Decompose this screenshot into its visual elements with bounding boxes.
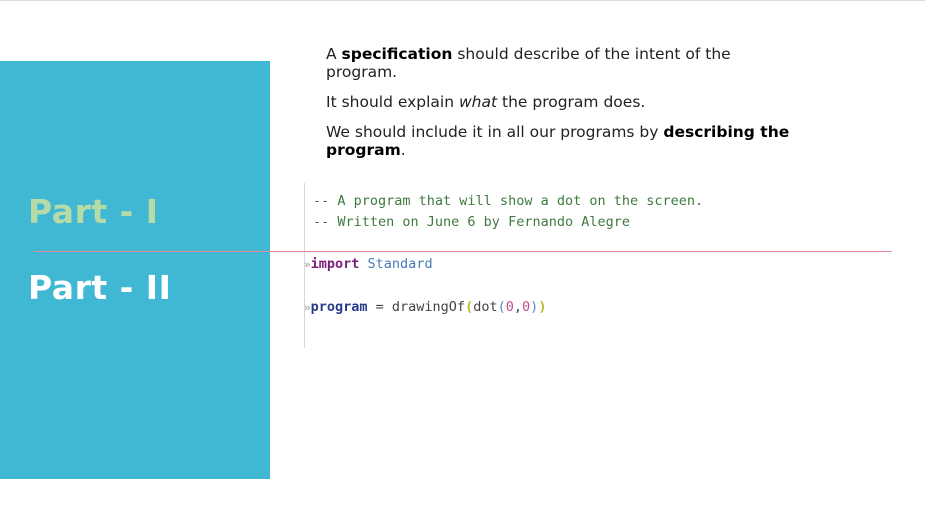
comma: , bbox=[513, 299, 523, 315]
spec-p1-start: A bbox=[326, 45, 342, 63]
spec-p3-start: We should include it in all our programs… bbox=[326, 123, 664, 141]
code-comment-line-2[interactable]: -- Written on June 6 by Fernando Alegre bbox=[313, 214, 630, 230]
y-coordinate: 0 bbox=[522, 299, 531, 315]
import-module: Standard bbox=[367, 256, 433, 272]
outer-close-paren: ) bbox=[538, 299, 547, 315]
inner-open-paren: ( bbox=[497, 299, 506, 315]
spec-paragraph-1: A specification should describe of the i… bbox=[326, 45, 806, 81]
import-keyword: import bbox=[310, 256, 360, 272]
spec-paragraph-3: We should include it in all our programs… bbox=[326, 123, 806, 159]
spec-p2-italic: what bbox=[459, 93, 498, 111]
spec-p2-end: the program does. bbox=[497, 93, 646, 111]
part-2-label[interactable]: Part - II bbox=[28, 268, 171, 307]
top-divider bbox=[0, 0, 925, 1]
code-program-line[interactable]: »program = drawingOf(dot(0,0)) bbox=[304, 299, 546, 316]
outer-open-paren: ( bbox=[465, 299, 474, 315]
part-1-label[interactable]: Part - I bbox=[28, 192, 159, 231]
spec-paragraph-2: It should explain what the program does. bbox=[326, 93, 806, 111]
specification-text: A specification should describe of the i… bbox=[326, 45, 806, 171]
dot-call: dot bbox=[473, 299, 498, 315]
spec-p3-end: . bbox=[400, 141, 406, 159]
line-marker-icon: » bbox=[304, 258, 311, 271]
slide: Part - I Part - II A specification shoul… bbox=[0, 0, 925, 525]
code-import-line[interactable]: »import Standard bbox=[304, 256, 433, 273]
program-identifier: program bbox=[310, 299, 368, 315]
spec-p1-bold: specification bbox=[341, 45, 453, 63]
code-comment-line-1[interactable]: -- A program that will show a dot on the… bbox=[313, 193, 703, 209]
x-coordinate: 0 bbox=[505, 299, 514, 315]
red-guide-line bbox=[34, 251, 892, 252]
drawing-of-call: = drawingOf bbox=[367, 299, 466, 315]
spec-p2-start: It should explain bbox=[326, 93, 459, 111]
line-marker-icon: » bbox=[304, 301, 311, 314]
